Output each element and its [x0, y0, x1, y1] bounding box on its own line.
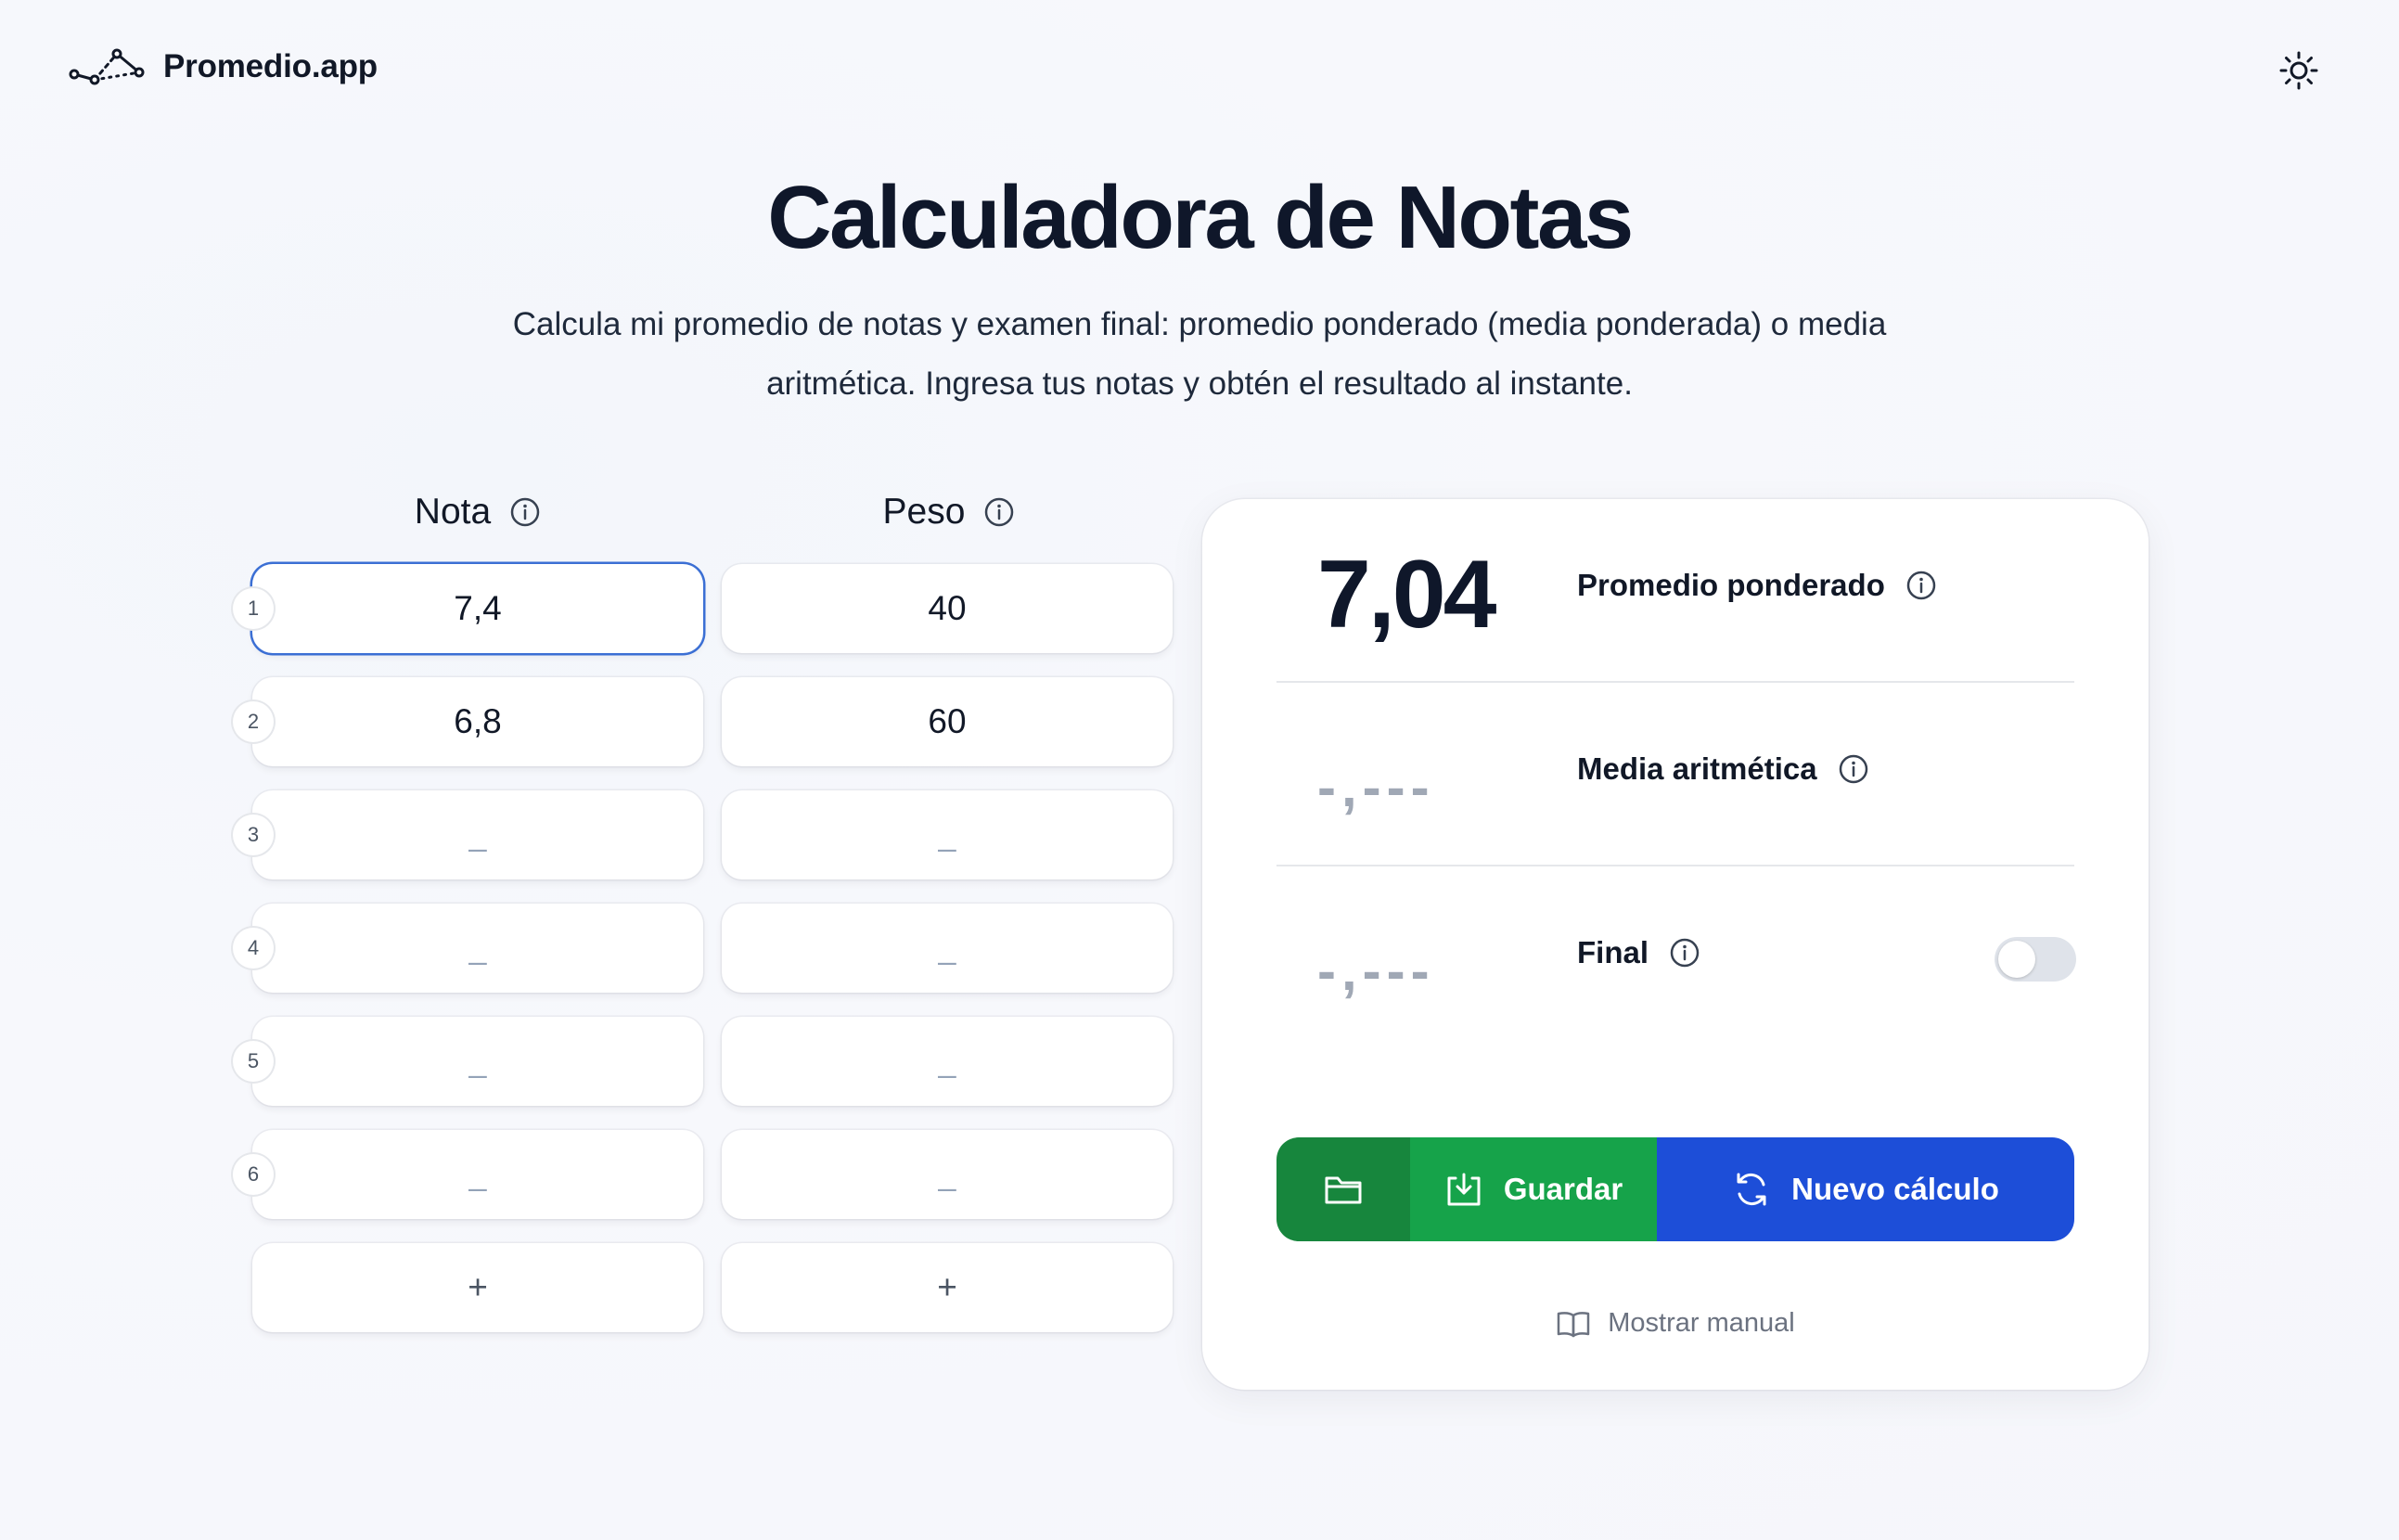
weight-input-4[interactable]: _: [722, 904, 1173, 993]
placeholder: _: [938, 1156, 956, 1192]
weight-input-1[interactable]: 40: [722, 564, 1173, 653]
theme-toggle-button[interactable]: [2278, 50, 2319, 91]
placeholder: _: [938, 930, 956, 966]
sun-icon: [2279, 51, 2318, 90]
info-icon[interactable]: [509, 496, 541, 528]
new-calculation-label: Nuevo cálculo: [1791, 1172, 1999, 1206]
column-header-weight: Peso: [724, 492, 1174, 533]
show-manual-link[interactable]: Mostrar manual: [1202, 1308, 2149, 1339]
open-folder-button[interactable]: [1276, 1137, 1410, 1241]
final-value: -,---: [1317, 940, 1435, 1002]
arithmetic-mean-value: -,---: [1317, 756, 1435, 818]
weight-input-3[interactable]: _: [722, 790, 1173, 879]
final-toggle[interactable]: [1995, 937, 2076, 982]
arithmetic-mean-row: -,--- Media aritmética: [1276, 683, 2074, 866]
results-card: 7,04 Promedio ponderado -,--- Media arit…: [1202, 499, 2149, 1390]
info-icon[interactable]: [1905, 570, 1937, 601]
placeholder: _: [468, 816, 487, 853]
weight-input-5[interactable]: _: [722, 1017, 1173, 1106]
weight-input-2[interactable]: 60: [722, 677, 1173, 766]
grade-input-6[interactable]: _: [252, 1130, 703, 1219]
row-number-1: 1: [233, 588, 274, 629]
weighted-average-label-text: Promedio ponderado: [1577, 568, 1885, 602]
header: Promedio.app: [0, 0, 2399, 141]
row-number-5: 5: [233, 1041, 274, 1082]
chart-line-icon: [69, 48, 145, 85]
column-header-grade-label: Nota: [414, 492, 492, 532]
placeholder: _: [468, 1043, 487, 1079]
placeholder: _: [938, 1043, 956, 1079]
placeholder: _: [938, 816, 956, 853]
refresh-icon: [1737, 1173, 1766, 1206]
row-number-4: 4: [233, 928, 274, 969]
final-row: -,--- Final: [1276, 866, 2076, 1050]
arithmetic-mean-label-text: Media aritmética: [1577, 751, 1817, 786]
add-weight-button[interactable]: +: [722, 1243, 1173, 1332]
row-number-2: 2: [233, 701, 274, 742]
add-grade-button[interactable]: +: [252, 1243, 703, 1332]
weighted-average-value: 7,04: [1317, 541, 1496, 648]
logo-text: Promedio.app: [163, 48, 378, 84]
show-manual-label: Mostrar manual: [1608, 1308, 1795, 1338]
placeholder: _: [468, 1156, 487, 1192]
final-label: Final: [1577, 935, 1700, 970]
row-number-6: 6: [233, 1154, 274, 1195]
grade-input-5[interactable]: _: [252, 1017, 703, 1106]
grade-input-3[interactable]: _: [252, 790, 703, 879]
weighted-average-label: Promedio ponderado: [1577, 568, 1937, 603]
column-header-grade: Nota: [252, 492, 703, 533]
weighted-average-row: 7,04 Promedio ponderado: [1276, 499, 2074, 683]
info-icon[interactable]: [983, 496, 1015, 528]
download-icon: [1447, 1173, 1481, 1206]
column-header-weight-label: Peso: [882, 492, 966, 532]
folder-icon: [1325, 1176, 1362, 1204]
save-button-label: Guardar: [1503, 1172, 1623, 1206]
logo[interactable]: Promedio.app: [69, 46, 378, 87]
toggle-knob: [1998, 941, 2035, 978]
page-title: Calculadora de Notas: [767, 168, 1634, 267]
final-label-text: Final: [1577, 935, 1649, 969]
grade-input-1[interactable]: 7,4: [252, 564, 703, 653]
arithmetic-mean-label: Media aritmética: [1577, 751, 1869, 787]
action-bar: Guardar Nuevo cálculo: [1276, 1137, 2074, 1241]
page-subtitle: Calcula mi promedio de notas y examen fi…: [512, 306, 1887, 402]
grade-input-2[interactable]: 6,8: [252, 677, 703, 766]
new-calculation-button[interactable]: Nuevo cálculo: [1657, 1137, 2074, 1241]
info-icon[interactable]: [1669, 937, 1700, 969]
grade-input-4[interactable]: _: [252, 904, 703, 993]
info-icon[interactable]: [1838, 753, 1869, 785]
row-number-3: 3: [233, 815, 274, 855]
placeholder: _: [468, 930, 487, 966]
weight-input-6[interactable]: _: [722, 1130, 1173, 1219]
save-button[interactable]: Guardar: [1410, 1137, 1657, 1241]
book-icon: [1558, 1311, 1590, 1337]
